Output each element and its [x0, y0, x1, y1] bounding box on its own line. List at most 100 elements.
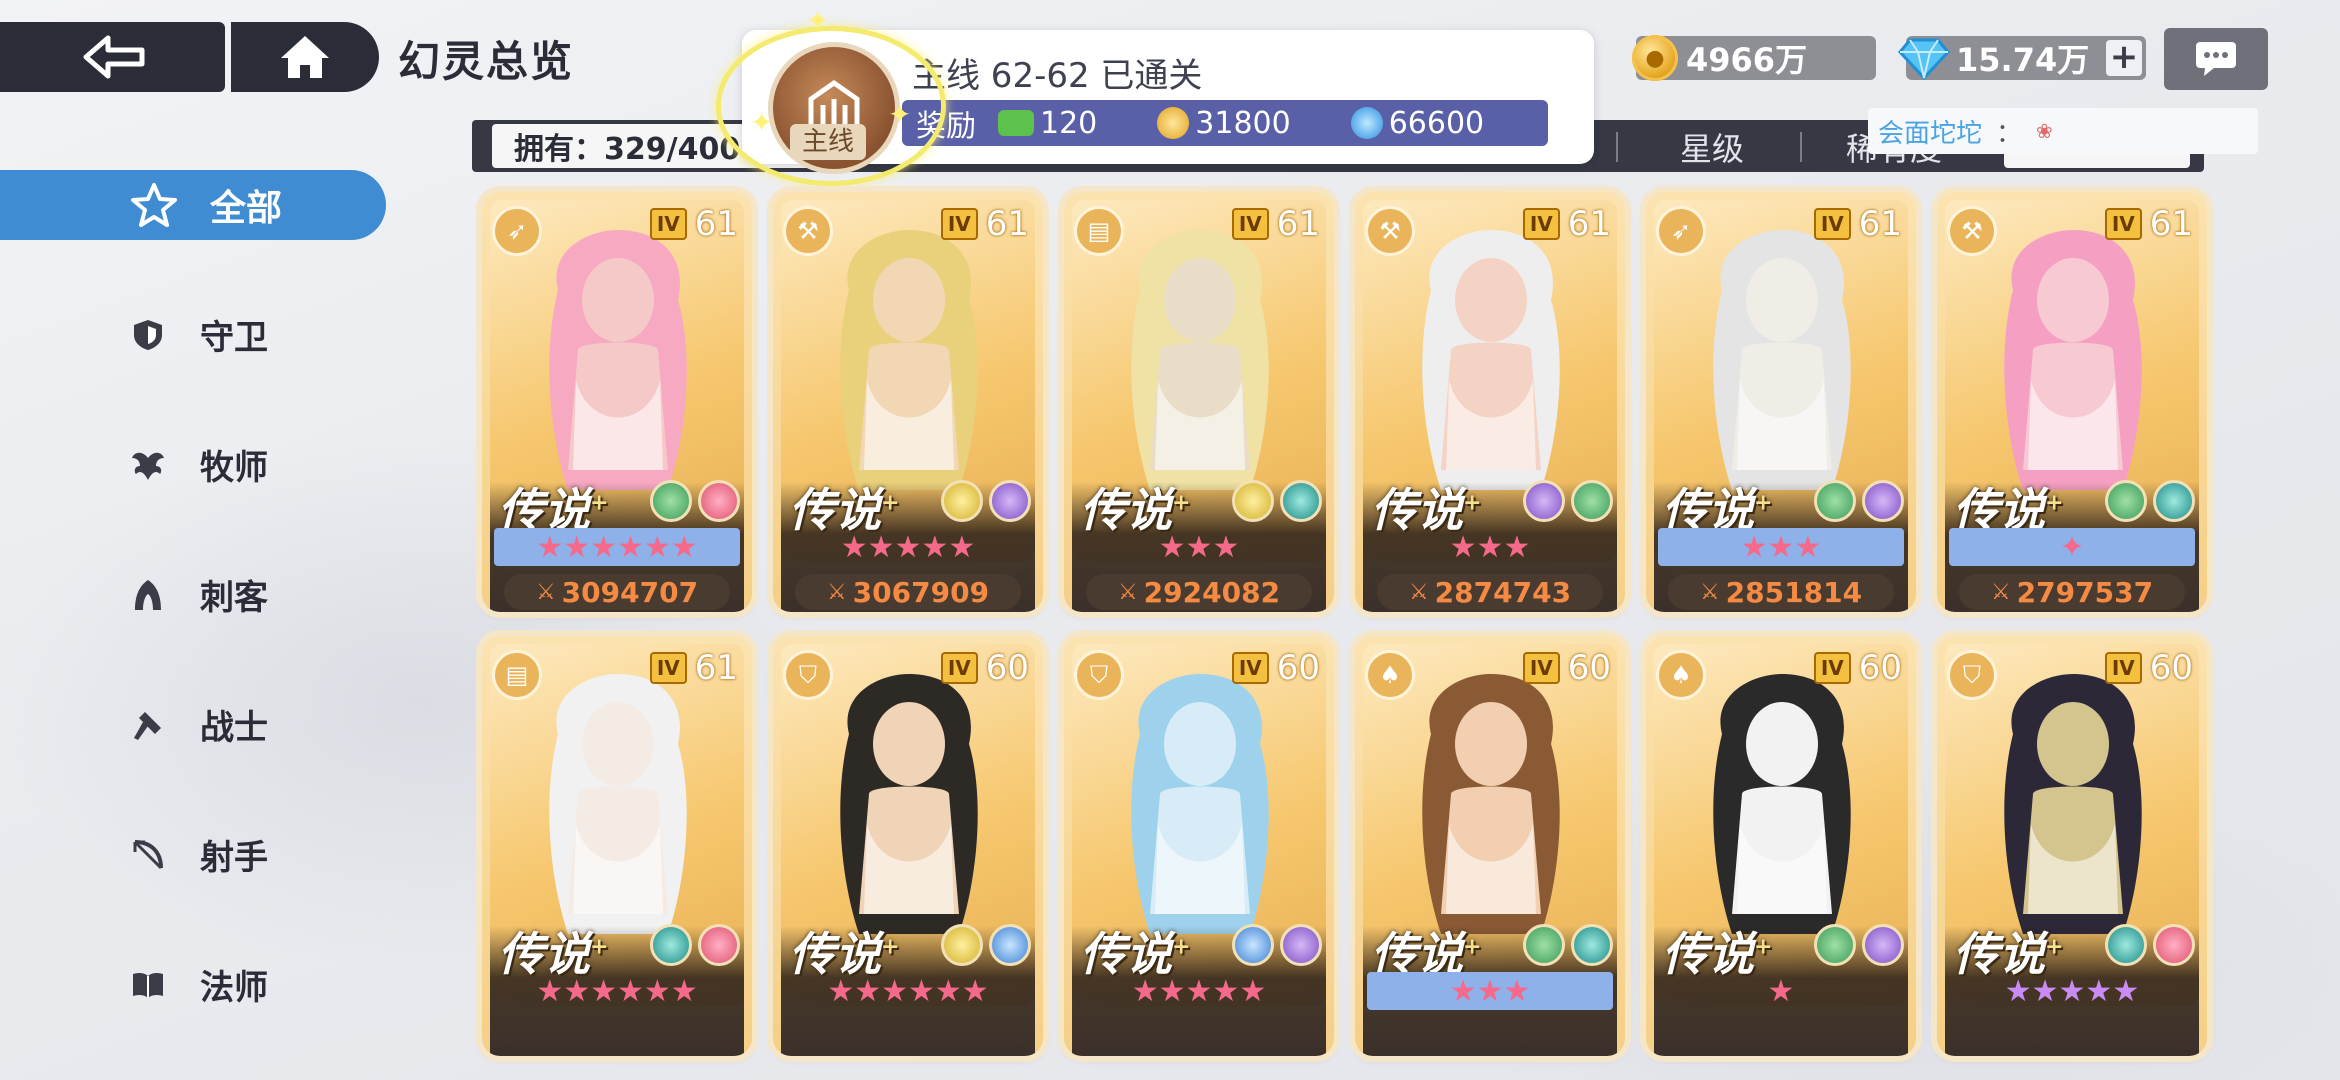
star-rating: ★★★★★ [1131, 973, 1267, 1009]
star-rating: ★★★★★★ [827, 973, 989, 1009]
shield-icon [130, 317, 166, 353]
element-teal-icon [1571, 924, 1613, 966]
level-value: 60 [985, 648, 1029, 688]
sidebar-item-priest[interactable]: 牧师 [130, 440, 268, 489]
back-button[interactable] [0, 22, 225, 92]
star-rating: ★★★ [1449, 529, 1531, 565]
chat-button[interactable] [2164, 28, 2268, 90]
hero-card[interactable]: ⚒ IV 61 传说+ ★★★★★ ⚔ 3067909 [773, 192, 1043, 612]
guardian-class-icon: ⛉ [1074, 650, 1124, 700]
element-purple-icon [1523, 480, 1565, 522]
gem-amount: 15.74万 [1956, 41, 2090, 79]
power-badge: ⚔ 2851814 [1668, 574, 1894, 610]
hero-card[interactable]: ▤ IV 61 传说+ ★★★★★★ [482, 636, 752, 1056]
crossed-swords-icon: ⚔ [1699, 579, 1720, 605]
assassin-class-icon: ♠ [1365, 650, 1415, 700]
level-value: 61 [1276, 204, 1320, 244]
power-badge: ⚔ 2874743 [1377, 574, 1603, 610]
hero-card[interactable]: ⚒ IV 61 传说+ ✦ ⚔ 2797537 [1937, 192, 2207, 612]
sidebar-item-warrior[interactable]: 战士 [130, 700, 268, 749]
tier-badge: IV [940, 208, 978, 240]
star-rating: ★★★★★ [2004, 973, 2140, 1009]
page-title: 幻灵总览 [398, 37, 575, 86]
hero-card[interactable]: ♠ IV 60 传说+ ★ [1646, 636, 1916, 1056]
chat-preview[interactable]: 会面坨坨 ： ❀ [1868, 108, 2258, 154]
hero-card[interactable]: ♠ IV 60 传说+ ★★★ [1355, 636, 1625, 1056]
element-icons [1814, 924, 1904, 966]
level-value: 61 [985, 204, 1029, 244]
hero-card[interactable]: ⛉ IV 60 传说+ ★★★★★★ [773, 636, 1043, 1056]
mission-reward-bar: 奖励 120 31800 66600 [902, 100, 1548, 146]
level-badge: IV 60 [1231, 648, 1320, 688]
power-badge: ⚔ 2797537 [1959, 574, 2185, 610]
element-icons [1523, 480, 1613, 522]
sidebar-item-mage[interactable]: 法师 [130, 960, 268, 1009]
crossed-swords-icon: ⚔ [1990, 579, 2011, 605]
assassin-class-icon: ♠ [1656, 650, 1706, 700]
level-value: 60 [2149, 648, 2193, 688]
hero-card[interactable]: ➶ IV 61 传说+ ★★★★★★ ⚔ 3094707 [482, 192, 752, 612]
crossed-swords-icon: ⚔ [535, 579, 556, 605]
star-rating: ★★★ [1367, 972, 1613, 1010]
element-green-icon [1814, 480, 1856, 522]
sidebar-item-assassin[interactable]: 刺客 [130, 570, 268, 619]
level-value: 61 [694, 204, 738, 244]
rarity-plus: + [1463, 934, 1482, 960]
level-badge: IV 60 [940, 648, 1029, 688]
element-yellow-icon [1232, 480, 1274, 522]
element-icons [650, 480, 740, 522]
archer-class-icon: ➶ [492, 206, 542, 256]
tier-badge: IV [2104, 208, 2142, 240]
rarity-plus: + [1172, 934, 1191, 960]
sidebar-label-guardian: 守卫 [200, 318, 268, 358]
element-green-icon [1523, 924, 1565, 966]
star-filter[interactable]: 星级 [1680, 124, 1744, 170]
sidebar-label-warrior: 战士 [200, 708, 268, 748]
sidebar-label-assassin: 刺客 [200, 578, 268, 618]
diamond-icon [1898, 38, 1950, 80]
home-button[interactable] [231, 22, 379, 92]
element-icons [650, 924, 740, 966]
hero-card[interactable]: ⛉ IV 60 传说+ ★★★★★ [1064, 636, 1334, 1056]
level-value: 61 [2149, 204, 2193, 244]
element-icons [941, 924, 1031, 966]
level-badge: IV 60 [1813, 648, 1902, 688]
hero-card[interactable]: ▤ IV 61 传说+ ★★★ ⚔ 2924082 [1064, 192, 1334, 612]
power-value: 3094707 [561, 575, 699, 609]
element-blue-icon [989, 924, 1031, 966]
book-icon [130, 967, 166, 1003]
tier-badge: IV [649, 652, 687, 684]
element-icons [1232, 924, 1322, 966]
element-pink-icon [2153, 924, 2195, 966]
level-badge: IV 61 [1231, 204, 1320, 244]
gold-coin-icon: ● [1632, 35, 1678, 81]
tier-badge: IV [1522, 208, 1560, 240]
rarity-plus: + [1172, 490, 1191, 516]
hero-card[interactable]: ➶ IV 61 传说+ ★★★ ⚔ 2851814 [1646, 192, 1916, 612]
sidebar-label-archer: 射手 [200, 838, 268, 878]
hood-icon [130, 577, 166, 613]
filter-divider [1800, 132, 1802, 162]
element-teal-icon [1280, 480, 1322, 522]
element-teal-icon [2105, 924, 2147, 966]
sidebar-item-archer[interactable]: 射手 [130, 830, 268, 879]
gold-amount: 4966万 [1686, 41, 1808, 79]
hero-card[interactable]: ⛉ IV 60 传说+ ★★★★★ [1937, 636, 2207, 1056]
level-badge: IV 60 [1522, 648, 1611, 688]
element-teal-icon [2153, 480, 2195, 522]
star-badge-icon [130, 181, 178, 229]
level-badge: IV 61 [649, 204, 738, 244]
level-badge: IV 61 [940, 204, 1029, 244]
sparkle-icon: ✦ [806, 4, 830, 37]
element-yellow-icon [941, 924, 983, 966]
star-rating: ★★★ [1158, 529, 1240, 565]
rarity-plus: + [881, 934, 900, 960]
gold-counter: ● 4966万 [1632, 35, 1876, 81]
hero-card[interactable]: ⚒ IV 61 传说+ ★★★ ⚔ 2874743 [1355, 192, 1625, 612]
mage-class-icon: ▤ [1074, 206, 1124, 256]
sparkle-icon: ✦ [750, 106, 774, 139]
star-rating: ★★★★★★ [536, 973, 698, 1009]
add-gems-button[interactable]: + [2106, 40, 2142, 76]
sidebar-item-guardian[interactable]: 守卫 [130, 310, 268, 359]
reward-exp: 120 [1040, 105, 1098, 141]
